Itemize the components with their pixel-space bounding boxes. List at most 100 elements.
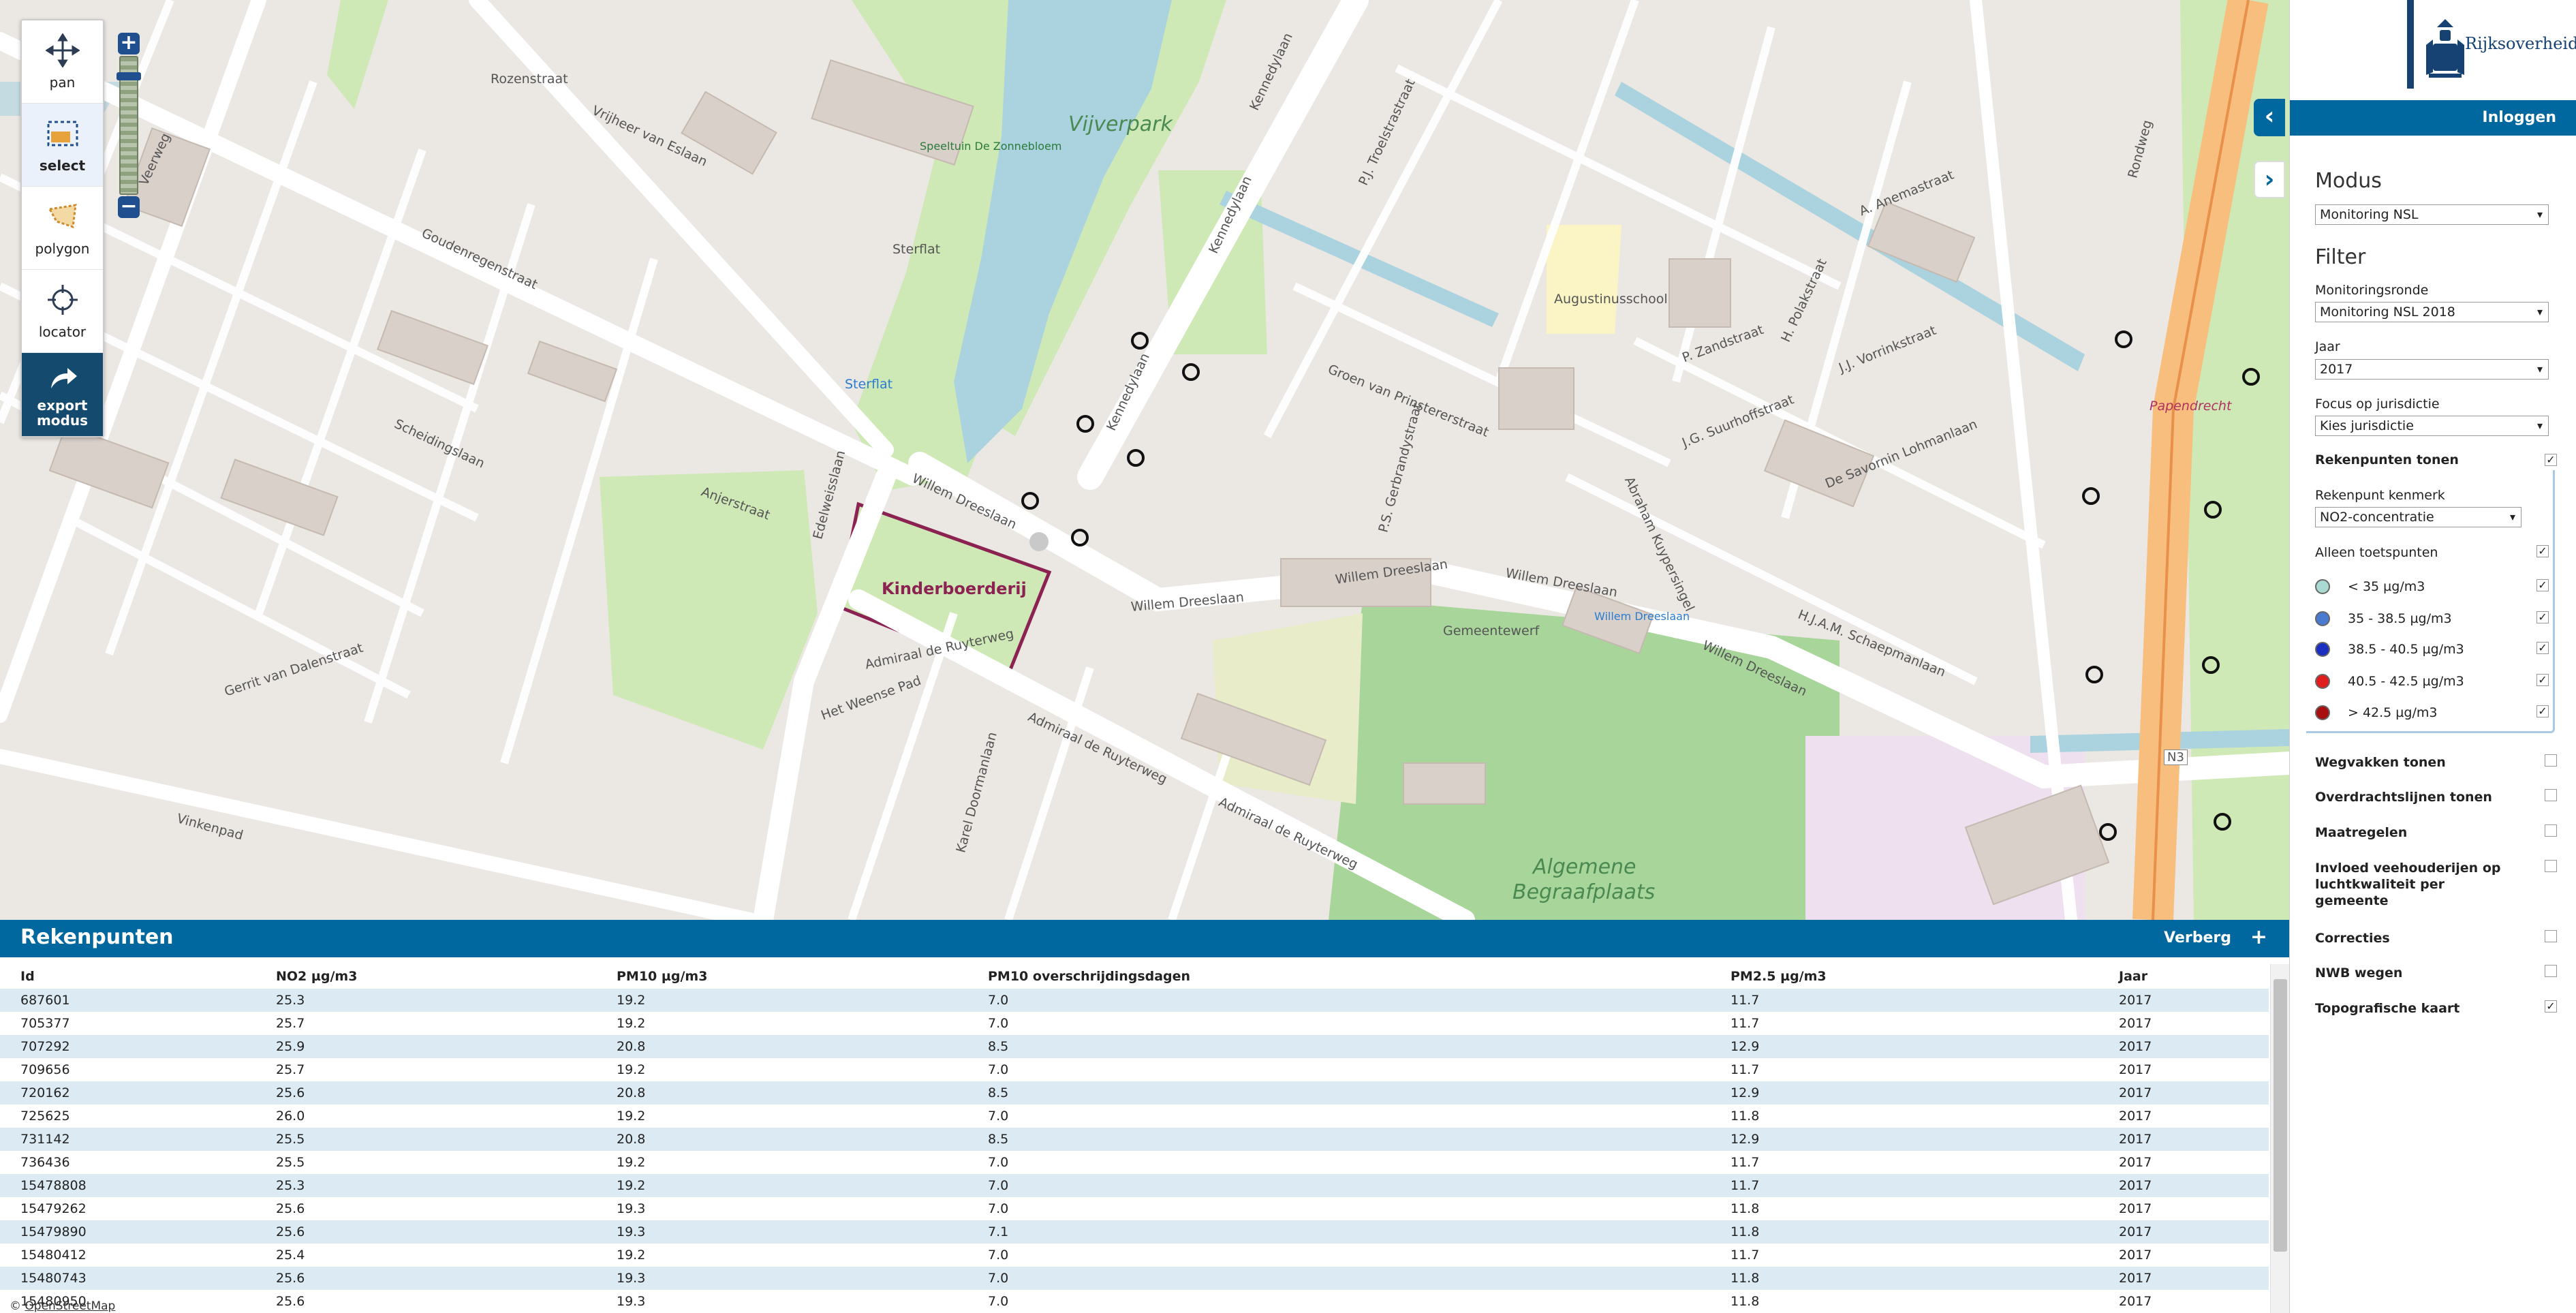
table-cell: 25.5 <box>255 1128 596 1151</box>
expand-panel-tab[interactable]: › <box>2254 161 2285 198</box>
table-cell: 11.8 <box>1710 1267 2098 1290</box>
table-cell: 19.2 <box>596 989 967 1012</box>
column-header[interactable]: PM10 overschrijdingsdagen <box>967 964 1710 989</box>
table-cell: 2017 <box>2098 1220 2269 1244</box>
kenmerk-select[interactable]: NO2-concentratie ▾ <box>2315 507 2521 527</box>
legend-color-dot-icon <box>2315 705 2330 720</box>
table-row[interactable]: 720162 25.6 20.8 8.5 12.9 2017 <box>0 1081 2269 1105</box>
column-header[interactable]: NO2 µg/m3 <box>255 964 596 989</box>
scrollbar-thumb[interactable] <box>2274 979 2287 1252</box>
zoom-handle[interactable] <box>117 72 141 80</box>
table-cell: 12.9 <box>1710 1081 2098 1105</box>
table-cell: 15478808 <box>0 1174 255 1197</box>
side-panel: Rijksoverheid Inloggen ‹ › Modus Monitor… <box>2254 0 2576 1313</box>
table-row[interactable]: 705377 25.7 19.2 7.0 11.7 2017 <box>0 1012 2269 1035</box>
jaar-select[interactable]: 2017 ▾ <box>2315 359 2549 380</box>
table-row[interactable]: 15479890 25.6 19.3 7.1 11.8 2017 <box>0 1220 2269 1244</box>
polygon-tool-button[interactable]: polygon <box>22 187 103 270</box>
column-header[interactable]: PM10 µg/m3 <box>596 964 967 989</box>
brand-name: Rijksoverheid <box>2465 34 2576 53</box>
table-row[interactable]: 707292 25.9 20.8 8.5 12.9 2017 <box>0 1035 2269 1058</box>
table-scrollbar[interactable] <box>2270 964 2289 1313</box>
label-begraafplaats: Begraafplaats <box>1512 880 1656 904</box>
table-row[interactable]: 15480412 25.4 19.2 7.0 11.7 2017 <box>0 1244 2269 1267</box>
table-row[interactable]: 15480743 25.6 19.3 7.0 11.8 2017 <box>0 1267 2269 1290</box>
hide-table-button[interactable]: Verberg <box>2164 929 2231 946</box>
zoom-in-button[interactable]: + <box>118 33 140 55</box>
table-cell: 8.5 <box>967 1081 1710 1105</box>
table-cell: 25.7 <box>255 1012 596 1035</box>
table-cell: 20.8 <box>596 1035 967 1058</box>
legend-item: > 42.5 µg/m3 ✓ <box>2315 704 2560 723</box>
table-cell: 25.6 <box>255 1197 596 1220</box>
login-button[interactable]: Inloggen <box>2290 100 2576 136</box>
modus-select[interactable]: Monitoring NSL ▾ <box>2315 204 2549 225</box>
map-canvas[interactable]: Vijverpark Kinderboerderij Algemene Begr… <box>0 0 2289 920</box>
table-header-row: Id NO2 µg/m3 PM10 µg/m3 PM10 overschrijding… <box>0 964 2269 989</box>
focus-select[interactable]: Kies jurisdictie ▾ <box>2315 416 2549 436</box>
layer-label: Overdrachtslijnen tonen <box>2315 790 2492 805</box>
table-cell: 2017 <box>2098 1012 2269 1035</box>
pan-tool-label: pan <box>49 74 76 91</box>
layer-checkbox[interactable] <box>2545 965 2557 977</box>
layer-checkbox[interactable] <box>2545 930 2557 942</box>
legend-checkbox[interactable]: ✓ <box>2536 674 2549 686</box>
table-row[interactable]: 15478808 25.3 19.2 7.0 11.7 2017 <box>0 1174 2269 1197</box>
table-cell: 11.8 <box>1710 1290 2098 1313</box>
table-row[interactable]: 731142 25.5 20.8 8.5 12.9 2017 <box>0 1128 2269 1151</box>
filter-heading: Filter <box>2315 245 2366 269</box>
column-header[interactable]: Id <box>0 964 255 989</box>
export-mode-button[interactable]: export modus <box>22 353 103 436</box>
table-cell: 705377 <box>0 1012 255 1035</box>
table-cell: 7.0 <box>967 989 1710 1012</box>
layer-checkbox[interactable] <box>2545 860 2557 872</box>
layer-checkbox[interactable] <box>2545 789 2557 801</box>
legend-checkbox[interactable]: ✓ <box>2536 579 2549 591</box>
legend-checkbox[interactable]: ✓ <box>2536 705 2549 717</box>
table-row[interactable]: 709656 25.7 19.2 7.0 11.7 2017 <box>0 1058 2269 1081</box>
table-cell: 2017 <box>2098 1151 2269 1174</box>
legend-item: 40.5 - 42.5 µg/m3 ✓ <box>2315 673 2560 692</box>
attribution-prefix: © <box>10 1299 25 1313</box>
layer-label: Topografische kaart <box>2315 1001 2460 1016</box>
jaar-label: Jaar <box>2315 339 2340 354</box>
brand-bar <box>2407 0 2414 89</box>
locator-tool-button[interactable]: locator <box>22 270 103 353</box>
table-cell: 2017 <box>2098 989 2269 1012</box>
table-row[interactable]: 687601 25.3 19.2 7.0 11.7 2017 <box>0 989 2269 1012</box>
chevron-down-icon: ▾ <box>2536 208 2543 221</box>
openstreetmap-link[interactable]: OpenStreetMap <box>25 1299 115 1313</box>
table-row[interactable]: 15479262 25.6 19.3 7.0 11.8 2017 <box>0 1197 2269 1220</box>
legend-label: > 42.5 µg/m3 <box>2348 705 2438 720</box>
table-cell: 11.8 <box>1710 1197 2098 1220</box>
table-cell: 25.3 <box>255 989 596 1012</box>
layer-item: NWB wegen <box>2315 965 2560 981</box>
layer-checkbox[interactable]: ✓ <box>2545 1000 2557 1013</box>
collapse-panel-tab[interactable]: ‹ <box>2254 99 2285 136</box>
legend-checkbox[interactable]: ✓ <box>2536 611 2549 623</box>
legend-color-dot-icon <box>2315 642 2330 657</box>
table-cell: 11.8 <box>1710 1105 2098 1128</box>
table-cell: 11.7 <box>1710 1012 2098 1035</box>
table-cell: 7.1 <box>967 1220 1710 1244</box>
layer-checkbox[interactable] <box>2545 824 2557 837</box>
legend-color-dot-icon <box>2315 579 2330 594</box>
alleen-toetspunten-checkbox[interactable]: ✓ <box>2536 545 2549 557</box>
pan-tool-button[interactable]: pan <box>22 20 103 104</box>
select-tool-button[interactable]: select <box>22 104 103 187</box>
monitoringsronde-select[interactable]: Monitoring NSL 2018 ▾ <box>2315 302 2549 322</box>
legend-checkbox[interactable]: ✓ <box>2536 642 2549 654</box>
column-header[interactable]: PM2.5 µg/m3 <box>1710 964 2098 989</box>
table-row[interactable]: 736436 25.5 19.2 7.0 11.7 2017 <box>0 1151 2269 1174</box>
label-algemene: Algemene <box>1533 855 1636 879</box>
layer-checkbox[interactable] <box>2545 754 2557 767</box>
table-cell: 25.6 <box>255 1290 596 1313</box>
table-row[interactable]: 725625 26.0 19.2 7.0 11.8 2017 <box>0 1105 2269 1128</box>
column-header[interactable]: Jaar <box>2098 964 2269 989</box>
table-row[interactable]: 15480950 25.6 19.3 7.0 11.8 2017 <box>0 1290 2269 1313</box>
layer-item: Topografische kaart ✓ <box>2315 1000 2560 1017</box>
select-box-icon <box>47 121 78 146</box>
expand-table-button[interactable]: + <box>2250 925 2267 949</box>
zoom-out-button[interactable]: − <box>118 196 140 218</box>
rekenpunten-tonen-checkbox[interactable]: ✓ <box>2545 454 2557 466</box>
